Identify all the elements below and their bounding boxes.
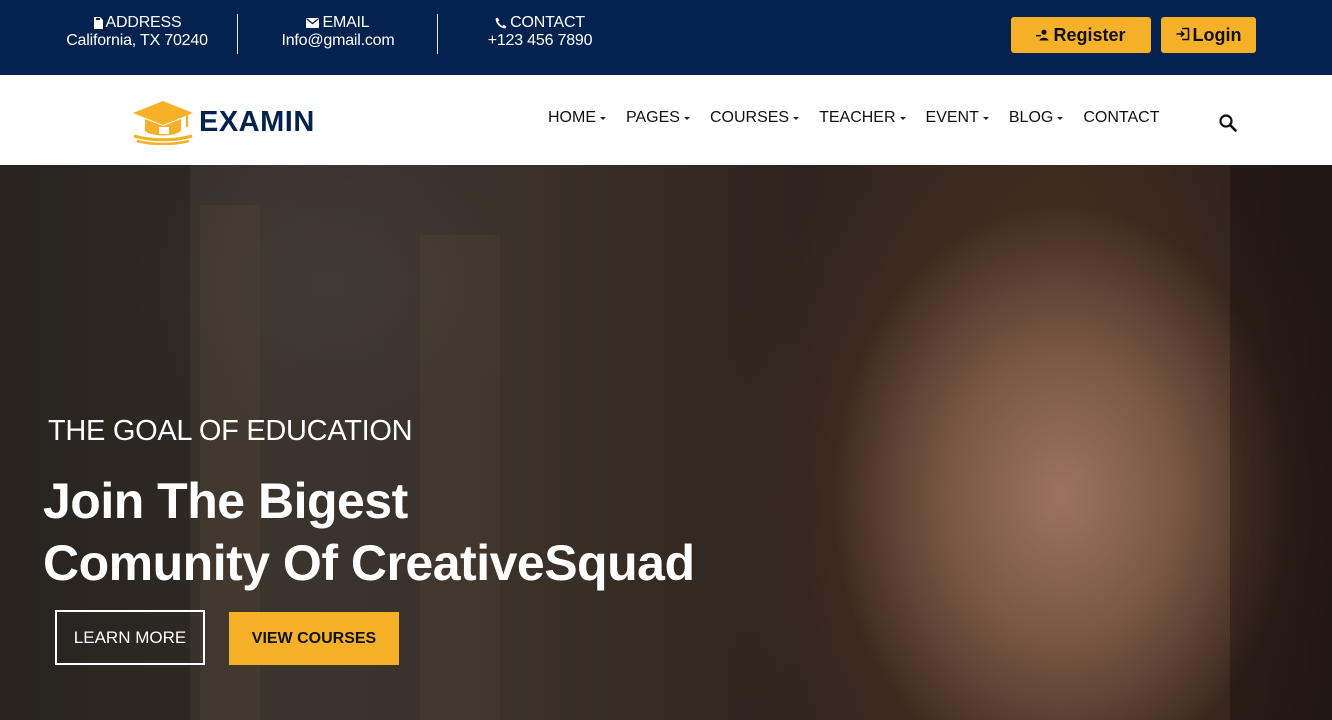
address-value: California, TX 70240	[66, 32, 208, 49]
menu-item-label: COURSES	[709, 109, 790, 126]
main-navbar: EXAMIN HOME PAGES COURSES TEACHER EVENT …	[0, 75, 1332, 165]
hero-banner: THE GOAL OF EDUCATION Join The Bigest Co…	[0, 165, 1332, 720]
menu-item-pages[interactable]: PAGES	[626, 109, 690, 127]
hero-title: Join The Bigest Comunity Of CreativeSqua…	[43, 470, 695, 594]
top-info-bar: ADDRESS California, TX 70240 EMAIL Info@…	[0, 0, 1332, 75]
divider	[437, 14, 438, 54]
menu-item-courses[interactable]: COURSES	[709, 109, 800, 127]
divider	[237, 14, 238, 54]
document-icon	[93, 17, 103, 29]
menu-item-label: BLOG	[1008, 109, 1054, 126]
address-info: ADDRESS California, TX 70240	[57, 14, 217, 50]
caret-down-icon	[899, 117, 906, 120]
caret-down-icon	[793, 117, 800, 120]
caret-down-icon	[1057, 117, 1064, 120]
menu-item-event[interactable]: EVENT	[926, 109, 989, 127]
login-label: Login	[1192, 24, 1242, 45]
hero-title-line2: Comunity Of CreativeSquad	[43, 535, 695, 591]
contact-label: CONTACT	[510, 14, 585, 31]
menu-item-contact[interactable]: CONTACT	[1083, 109, 1159, 127]
contact-info: CONTACT +123 456 7890	[470, 14, 610, 50]
caret-down-icon	[683, 117, 690, 120]
learn-more-button[interactable]: LEARN MORE	[55, 610, 205, 665]
site-logo[interactable]: EXAMIN	[131, 95, 315, 150]
email-label: EMAIL	[322, 14, 370, 31]
menu-item-teacher[interactable]: TEACHER	[819, 109, 906, 127]
caret-down-icon	[600, 117, 606, 120]
main-menu: HOME PAGES COURSES TEACHER EVENT BLOG CO…	[548, 109, 1179, 127]
menu-item-label: EVENT	[925, 109, 979, 126]
email-value[interactable]: Info@gmail.com	[268, 32, 408, 50]
view-courses-button[interactable]: VIEW COURSES	[229, 612, 399, 665]
contact-value[interactable]: +123 456 7890	[470, 32, 610, 50]
background-shelf	[1230, 165, 1332, 720]
phone-icon	[495, 17, 507, 29]
login-button[interactable]: Login	[1161, 17, 1256, 53]
email-info: EMAIL Info@gmail.com	[268, 14, 408, 50]
menu-item-label: HOME	[548, 109, 596, 126]
hero-title-line1: Join The Bigest	[43, 473, 408, 529]
menu-item-label: PAGES	[626, 109, 680, 126]
user-add-icon	[1036, 25, 1050, 46]
menu-item-label: CONTACT	[1083, 109, 1160, 126]
register-label: Register	[1053, 24, 1126, 45]
address-label: ADDRESS	[105, 14, 182, 31]
search-icon[interactable]	[1218, 113, 1238, 138]
caret-down-icon	[982, 117, 989, 120]
menu-item-home[interactable]: HOME	[548, 109, 606, 127]
login-icon	[1176, 25, 1190, 46]
menu-item-label: TEACHER	[819, 109, 896, 126]
hero-subtitle: THE GOAL OF EDUCATION	[48, 415, 413, 447]
register-button[interactable]: Register	[1011, 17, 1151, 53]
envelope-icon	[306, 18, 320, 28]
graduation-cap-icon	[131, 95, 195, 150]
menu-item-blog[interactable]: BLOG	[1008, 109, 1064, 127]
logo-text: EXAMIN	[199, 106, 315, 138]
